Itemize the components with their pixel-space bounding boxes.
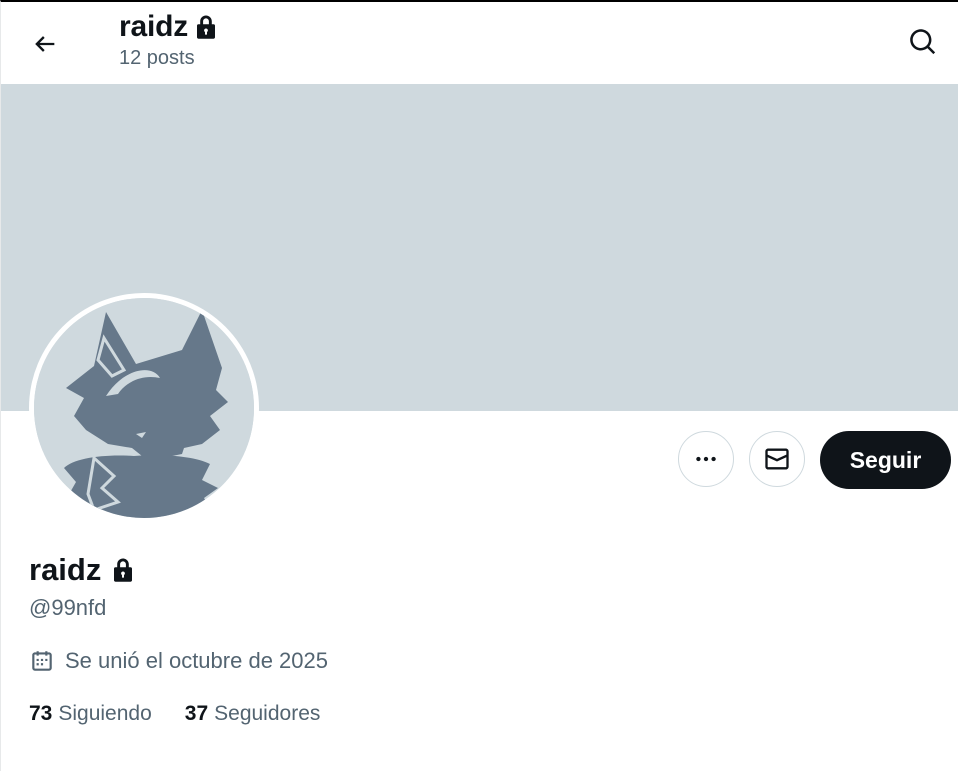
- back-button[interactable]: [25, 24, 65, 64]
- profile-header: raidz 12 posts: [1, 2, 958, 84]
- more-dots-icon: [696, 456, 716, 462]
- join-date-text: Se unió el octubre de 2025: [65, 648, 328, 673]
- header-title: raidz 12 posts: [119, 8, 218, 70]
- avatar[interactable]: [29, 293, 259, 523]
- lock-icon: [111, 557, 135, 583]
- post-count: 12 posts: [119, 47, 195, 69]
- profile-name: raidz: [29, 552, 102, 587]
- search-button[interactable]: [903, 22, 943, 62]
- followers-count: 37: [184, 702, 209, 725]
- profile-page: raidz 12 posts Seguir raidz @99nfd Se un…: [0, 0, 958, 771]
- message-button[interactable]: [749, 431, 805, 487]
- envelope-icon: [765, 448, 789, 470]
- followers-label: Seguidores: [214, 702, 321, 725]
- following-label: Siguiendo: [58, 702, 152, 725]
- more-options-button[interactable]: [678, 431, 734, 487]
- search-icon: [910, 29, 936, 55]
- following-count: 73: [29, 702, 53, 725]
- header-name-row: raidz: [119, 8, 218, 46]
- avatar-image: [34, 298, 254, 518]
- arrow-left-icon: [35, 36, 55, 52]
- follow-button[interactable]: Seguir: [820, 431, 951, 489]
- join-date: Se unió el octubre de 2025: [29, 646, 328, 676]
- follow-stats: 73 Siguiendo 37 Seguidores: [29, 700, 320, 728]
- header-name: raidz: [119, 10, 189, 43]
- fox-silhouette-avatar: [34, 298, 254, 518]
- followers-link[interactable]: 37 Seguidores: [185, 700, 321, 728]
- calendar-icon: [29, 648, 55, 674]
- following-link[interactable]: 73 Siguiendo: [29, 700, 152, 728]
- profile-name-row: raidz: [29, 550, 135, 590]
- lock-icon: [194, 14, 218, 40]
- profile-handle: @99nfd: [29, 595, 107, 620]
